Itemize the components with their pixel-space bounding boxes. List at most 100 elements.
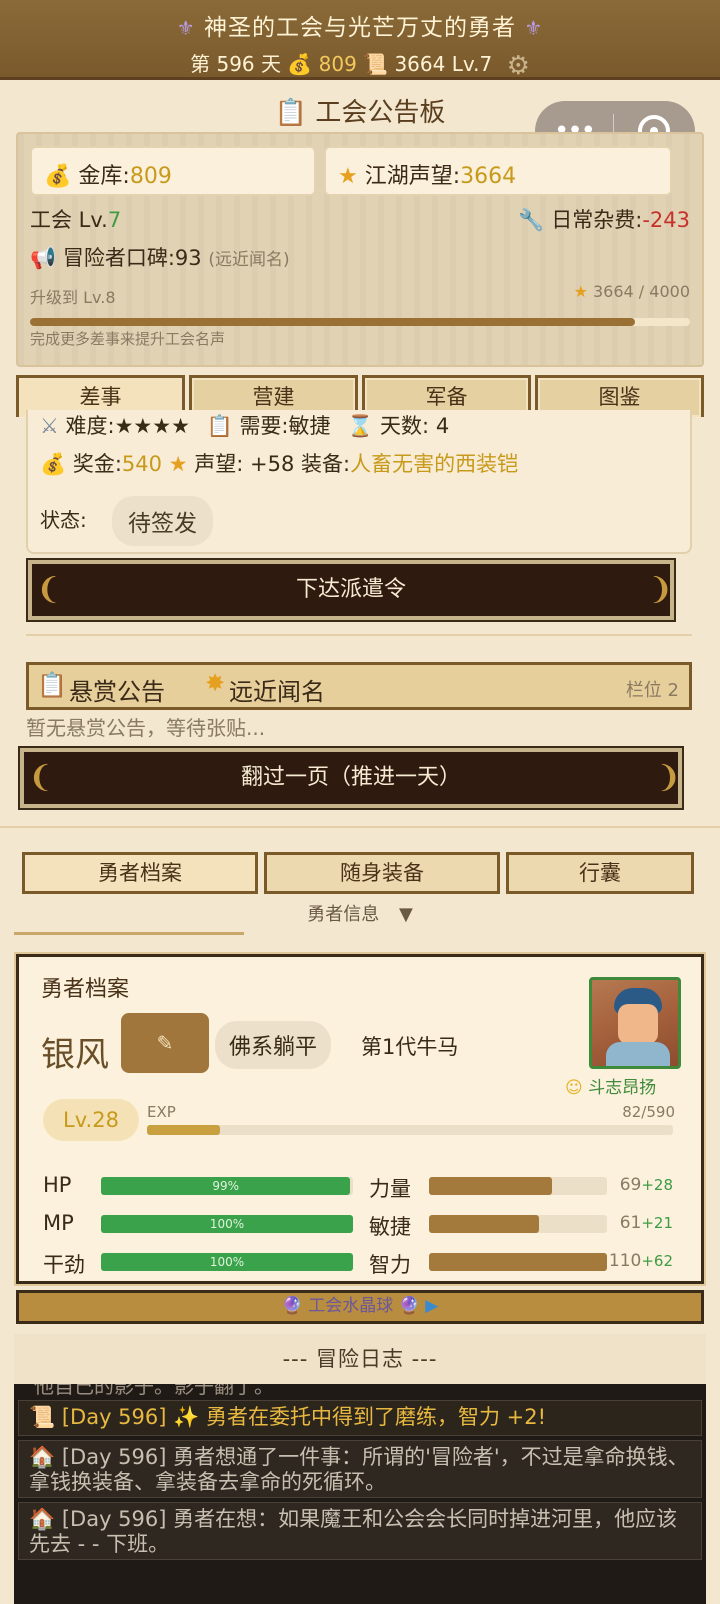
attribute-bonus: +62 bbox=[641, 1252, 673, 1270]
dispatch-button[interactable]: ❨ 下达派遣令 ❩ bbox=[26, 558, 676, 622]
wrench-icon: 🔧 bbox=[518, 208, 545, 232]
header-stats: 第 596 天 💰 809 📜 3664 Lv.7 ⚙ bbox=[0, 48, 720, 81]
word-of-mouth-value: 93 bbox=[174, 246, 202, 270]
gear-icon[interactable]: ⚙ bbox=[507, 51, 530, 81]
quest-reward-row: 💰 奖金:540 ★ 声望: +58 装备:人畜无害的西装铠 bbox=[40, 448, 518, 478]
reputation-label: 江湖声望: bbox=[364, 164, 461, 189]
days-value: 4 bbox=[435, 414, 450, 438]
word-of-mouth: 📢 冒险者口碑:93 (远近闻名) bbox=[30, 242, 290, 272]
requirement-label: 需要: bbox=[239, 414, 289, 438]
treasury-value: 809 bbox=[129, 164, 172, 189]
guild-level-label: 工会 Lv. bbox=[30, 208, 108, 232]
tab-hero-profile[interactable]: 勇者档案 bbox=[22, 852, 258, 894]
upgrade-progress-bar bbox=[30, 318, 690, 326]
log-entry: 🏠 [Day 596] 勇者在想：如果魔王和公会会长同时掉进河里，他应该先去 -… bbox=[18, 1502, 702, 1560]
vital-label: HP bbox=[43, 1173, 72, 1197]
game-title-row: ⚜ 神圣的工会与光芒万丈的勇者 ⚜ bbox=[0, 0, 720, 42]
avatar-body bbox=[606, 1042, 670, 1066]
days-label: 天数: bbox=[380, 414, 430, 438]
vital-label: MP bbox=[43, 1211, 74, 1235]
hero-generation: 第1代牛马 bbox=[361, 1035, 459, 1059]
hero-section-title: 勇者档案 bbox=[41, 977, 130, 1002]
attribute-bar bbox=[429, 1177, 607, 1195]
log-entry-text: [Day 596] ✨ 勇者在委托中得到了磨练，智力 +2! bbox=[61, 1405, 547, 1429]
reward-value: 540 bbox=[121, 452, 163, 476]
ornament-left-icon: ❨ bbox=[28, 760, 54, 795]
vital-bar-fill: 99% bbox=[101, 1177, 351, 1195]
top-header: ⚜ 神圣的工会与光芒万丈的勇者 ⚜ 第 596 天 💰 809 📜 3664 L… bbox=[0, 0, 720, 81]
star-icon: ★ bbox=[338, 164, 358, 189]
chevron-down-icon: ▼ bbox=[398, 904, 413, 925]
header-gold: 809 bbox=[318, 52, 357, 76]
fame-value: +58 bbox=[249, 452, 295, 476]
scroll-icon: 📜 bbox=[363, 52, 389, 76]
attribute-value: 110+62 bbox=[583, 1251, 673, 1271]
reward-label: 奖金: bbox=[72, 452, 122, 476]
log-entry-text: [Day 596] 勇者在想：如果魔王和公会会长同时掉进河里，他应该先去 - -… bbox=[29, 1507, 678, 1556]
vital-bar-fill: 100% bbox=[101, 1215, 353, 1233]
board-title-text: 工会公告板 bbox=[315, 98, 446, 128]
hero-mood: ☺ 斗志昂扬 bbox=[565, 1073, 656, 1098]
upgrade-label: 升级到 Lv.8 bbox=[30, 288, 116, 307]
difficulty-stars: ★★★★ bbox=[114, 414, 190, 438]
scroll-icon: 📜 bbox=[29, 1405, 56, 1429]
header-fame: 3664 bbox=[394, 52, 446, 76]
daily-cost-label: 日常杂费: bbox=[551, 208, 643, 232]
attribute-bar bbox=[429, 1215, 607, 1233]
ornament-right-icon: ❩ bbox=[648, 572, 674, 607]
bounty-empty-text: 暂无悬赏公告，等待张贴... bbox=[26, 716, 266, 740]
upgrade-progress-fill bbox=[30, 318, 635, 326]
crystal-ball-icon: 🔮 bbox=[281, 1296, 303, 1316]
hero-section-tabs: 勇者档案 随身装备 行囊 勇者信息 ▼ bbox=[14, 852, 706, 938]
upgrade-progress-text: ★ 3664 / 4000 bbox=[574, 282, 690, 301]
attribute-value: 61+21 bbox=[583, 1213, 673, 1233]
star-icon: ★ bbox=[168, 452, 188, 476]
status-badge: 待签发 bbox=[112, 496, 213, 546]
exp-bar-fill bbox=[147, 1125, 221, 1135]
dispatch-button-label: 下达派遣令 bbox=[295, 577, 406, 602]
daily-cost-value: -243 bbox=[642, 208, 690, 232]
vital-bar: 100% bbox=[101, 1253, 353, 1271]
word-of-mouth-rank: (远近闻名) bbox=[208, 250, 290, 270]
smile-icon: ☺ bbox=[565, 1078, 583, 1098]
attribute-bar-fill bbox=[429, 1253, 607, 1271]
requirement-value: 敏捷 bbox=[288, 414, 331, 438]
tab-hero-equipment[interactable]: 随身装备 bbox=[264, 852, 500, 894]
vital-bar-fill: 100% bbox=[101, 1253, 353, 1271]
ornament-right-icon: ❩ bbox=[656, 760, 682, 795]
tab-hero-bag[interactable]: 行囊 bbox=[506, 852, 694, 894]
star-icon: ★ bbox=[573, 282, 588, 301]
status-label: 状态: bbox=[40, 508, 87, 532]
tab-indicator bbox=[14, 932, 244, 935]
board-hint: 完成更多差事来提升工会名声 bbox=[30, 330, 226, 348]
next-day-button[interactable]: ❨ 翻过一页（推进一天） ❩ bbox=[18, 746, 684, 810]
reputation-value: 3664 bbox=[460, 164, 517, 189]
gear-value: 人畜无害的西装铠 bbox=[350, 452, 519, 476]
exp-label: EXP bbox=[147, 1103, 176, 1121]
upgrade-progress-value: 3664 / 4000 bbox=[593, 282, 690, 301]
clipboard-icon: 📋 bbox=[206, 414, 233, 438]
swords-icon: ⚔ bbox=[40, 414, 59, 438]
reputation-pill: ★ 江湖声望:3664 bbox=[324, 146, 672, 196]
section-divider bbox=[0, 826, 720, 828]
hero-info-toggle[interactable]: 勇者信息 ▼ bbox=[14, 900, 706, 926]
coin-bag-icon: 💰 bbox=[287, 52, 313, 76]
crystal-ball-bar[interactable]: 🔮 工会水晶球 🔮 ▶ bbox=[16, 1290, 704, 1324]
coin-bag-icon: 💰 bbox=[40, 452, 67, 476]
play-icon: ▶ bbox=[425, 1296, 439, 1316]
house-icon: 🏠 bbox=[29, 1507, 56, 1531]
bounty-header: 📋 悬赏公告 ✸ 远近闻名 栏位 2 bbox=[26, 662, 692, 710]
ornament-left-icon: ❨ bbox=[36, 572, 62, 607]
exp-bar bbox=[147, 1125, 673, 1135]
rename-button[interactable]: ✎ bbox=[121, 1013, 209, 1073]
log-title: --- 冒险日志 --- bbox=[14, 1334, 706, 1384]
guild-board: 💰 金库:809 ★ 江湖声望:3664 工会 Lv.7 🔧 日常杂费:-243… bbox=[16, 132, 704, 367]
bounty-title: 悬赏公告 bbox=[69, 678, 165, 706]
hourglass-icon: ⌛ bbox=[347, 414, 374, 438]
difficulty-label: 难度: bbox=[65, 414, 115, 438]
fame-label: 声望: bbox=[194, 452, 244, 476]
attribute-label: 敏捷 bbox=[369, 1215, 411, 1239]
treasury-label: 金库: bbox=[78, 164, 130, 189]
star-icon: ✸ bbox=[205, 669, 226, 697]
quest-meta-row: ⚔ 难度:★★★★ 📋 需要:敏捷 ⌛ 天数: 4 bbox=[40, 410, 449, 440]
